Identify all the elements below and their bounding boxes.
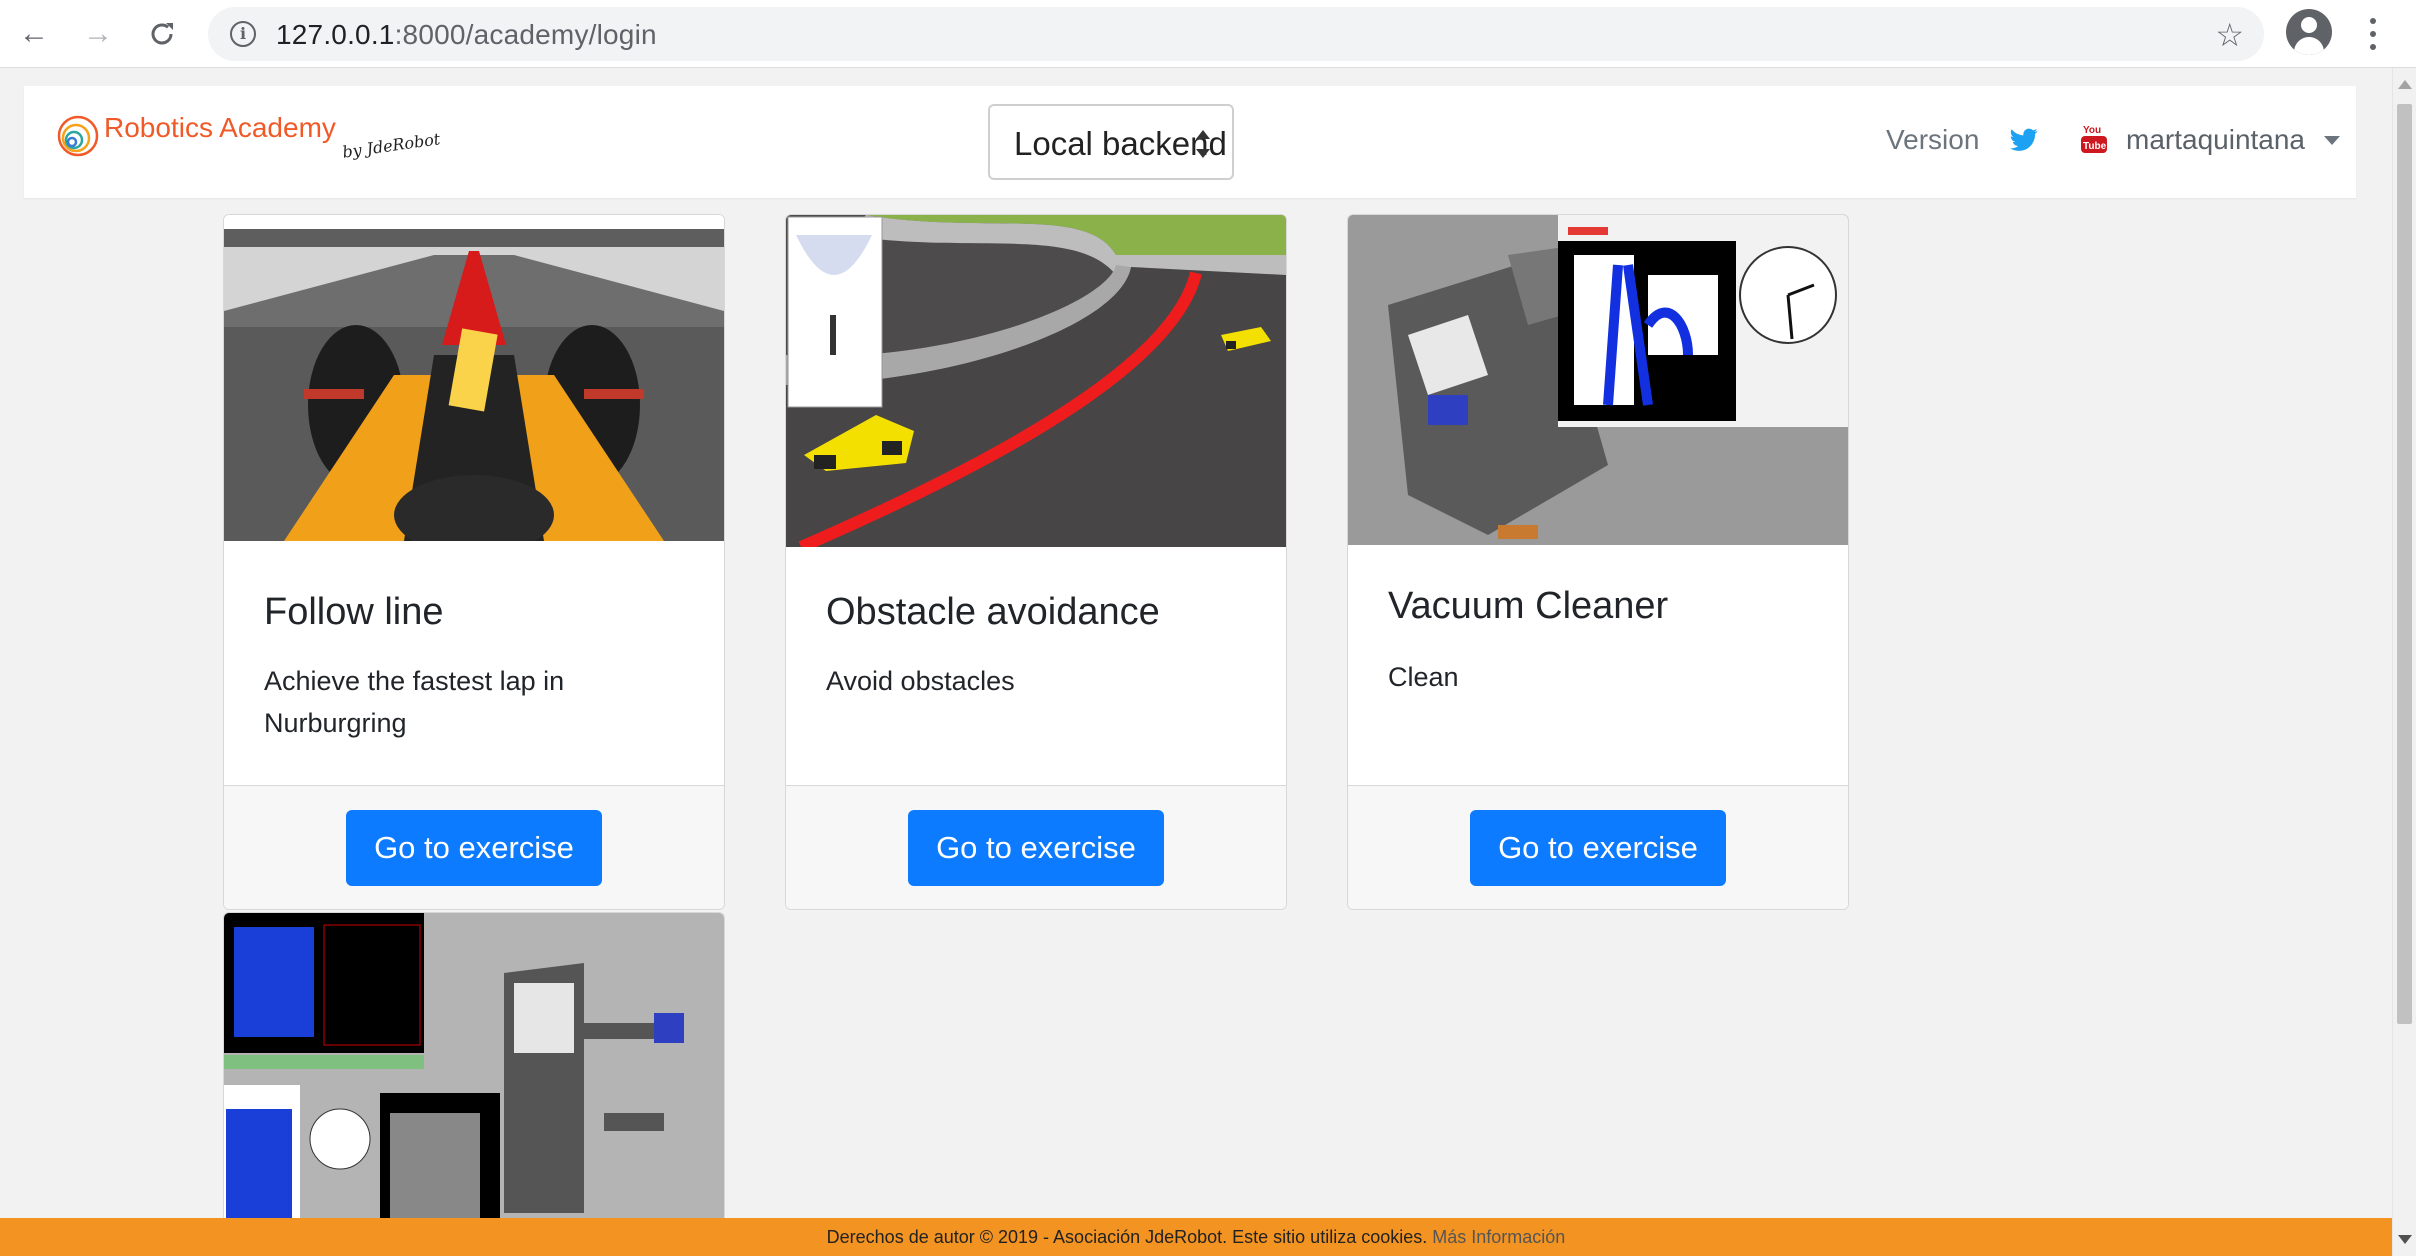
vacuum-cleaner-thumbnail bbox=[1348, 215, 1848, 545]
youtube-icon[interactable]: You Tube bbox=[2080, 122, 2108, 154]
vacuum-cleaner-loc-thumbnail bbox=[224, 913, 724, 1231]
card-footer: Go to exercise bbox=[224, 785, 724, 909]
forward-arrow-icon[interactable]: → bbox=[74, 10, 122, 58]
card-description: Clean bbox=[1388, 662, 1459, 692]
twitter-icon[interactable] bbox=[2010, 128, 2038, 152]
go-to-exercise-button[interactable]: Go to exercise bbox=[346, 810, 602, 886]
exercise-card-obstacle-avoidance: Obstacle avoidance Avoid obstacles Go to… bbox=[785, 214, 1287, 910]
select-arrows-icon bbox=[1196, 130, 1210, 158]
card-title: Follow line bbox=[264, 591, 444, 633]
card-title: Vacuum Cleaner bbox=[1388, 585, 1669, 627]
user-menu-caret-icon[interactable] bbox=[2324, 136, 2340, 145]
back-arrow-icon[interactable]: ← bbox=[10, 10, 58, 58]
robotics-academy-logo-icon bbox=[57, 115, 99, 157]
exercise-card-vacuum-cleaner-loc bbox=[223, 912, 725, 1232]
exercise-card-follow-line: Follow line Achieve the fastest lap in N… bbox=[223, 214, 725, 910]
backend-select[interactable]: Local backend bbox=[988, 104, 1234, 180]
go-to-exercise-button[interactable]: Go to exercise bbox=[1470, 810, 1726, 886]
user-menu-toggle[interactable]: martaquintana bbox=[2126, 124, 2305, 156]
exercise-card-vacuum-cleaner: Vacuum Cleaner Clean Go to exercise bbox=[1347, 214, 1849, 910]
card-title: Obstacle avoidance bbox=[826, 591, 1160, 633]
follow-line-thumbnail bbox=[224, 215, 724, 541]
scroll-down-arrow-icon[interactable] bbox=[2398, 1235, 2412, 1244]
url-text[interactable]: 127.0.0.1:8000/academy/login bbox=[276, 19, 657, 51]
brand-logo-link[interactable]: Robotics Academy by JdeRobot bbox=[56, 112, 441, 176]
scroll-up-arrow-icon[interactable] bbox=[2398, 80, 2412, 89]
backend-select-value: Local backend bbox=[1014, 125, 1227, 162]
cookie-consent-bar: Derechos de autor © 2019 - Asociación Jd… bbox=[0, 1218, 2392, 1256]
brand-byline: by JdeRobot bbox=[341, 129, 442, 162]
obstacle-avoidance-thumbnail bbox=[786, 215, 1286, 547]
site-info-icon[interactable]: i bbox=[230, 21, 256, 47]
card-description: Avoid obstacles bbox=[826, 666, 1015, 696]
cookie-consent-text: Derechos de autor © 2019 - Asociación Jd… bbox=[826, 1227, 1428, 1247]
bookmark-star-icon[interactable]: ☆ bbox=[2215, 16, 2244, 54]
profile-avatar-icon[interactable] bbox=[2286, 9, 2332, 55]
card-footer: Go to exercise bbox=[1348, 785, 1848, 909]
version-link[interactable]: Version bbox=[1886, 124, 1979, 156]
address-bar[interactable]: i 127.0.0.1:8000/academy/login ☆ bbox=[208, 7, 2264, 61]
youtube-you-text: You bbox=[2083, 125, 2101, 136]
reload-icon[interactable] bbox=[138, 10, 186, 58]
url-host: 127.0.0.1 bbox=[276, 19, 395, 50]
browser-toolbar: ← → i 127.0.0.1:8000/academy/login ☆ bbox=[0, 0, 2416, 68]
youtube-tube-text: Tube bbox=[2083, 141, 2107, 152]
more-info-link[interactable]: Más Información bbox=[1432, 1227, 1565, 1247]
brand-name: Robotics Academy bbox=[104, 112, 336, 143]
site-header: Robotics Academy by JdeRobot Local backe… bbox=[24, 86, 2356, 198]
card-footer: Go to exercise bbox=[786, 785, 1286, 909]
url-path: :8000/academy/login bbox=[394, 19, 657, 50]
scrollbar-thumb[interactable] bbox=[2397, 104, 2412, 1024]
page-scrollbar[interactable] bbox=[2392, 68, 2416, 1256]
go-to-exercise-button[interactable]: Go to exercise bbox=[908, 810, 1164, 886]
card-description: Achieve the fastest lap in Nurburgring bbox=[264, 666, 565, 738]
browser-menu-icon[interactable] bbox=[2358, 12, 2388, 56]
